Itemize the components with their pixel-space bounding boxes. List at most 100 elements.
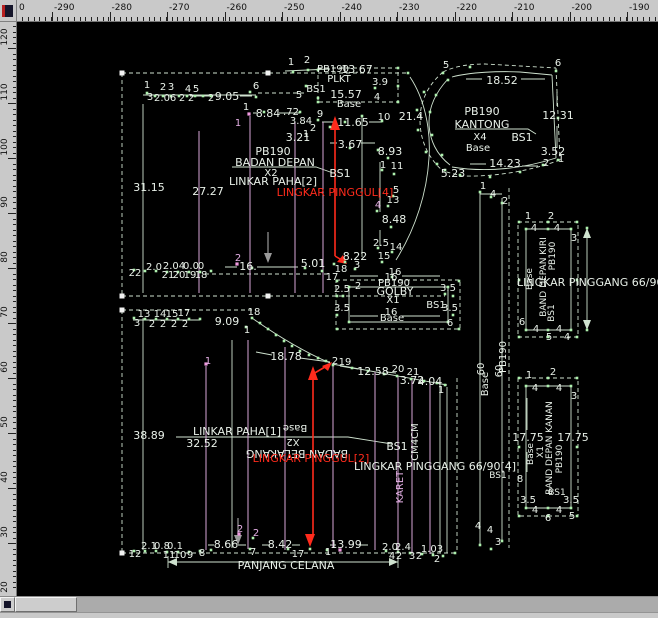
pattern-point[interactable] [249, 91, 252, 94]
pattern-point[interactable] [317, 101, 320, 104]
pattern-point[interactable] [266, 294, 271, 299]
pattern-point[interactable] [299, 111, 302, 114]
pattern-point[interactable] [576, 221, 579, 224]
pattern-point[interactable] [469, 66, 472, 69]
pattern-point[interactable] [336, 328, 339, 331]
pattern-point[interactable] [308, 354, 311, 357]
pattern-point[interactable] [336, 295, 339, 298]
pattern-point[interactable] [452, 314, 455, 317]
pattern-point[interactable] [570, 329, 573, 332]
pattern-point[interactable] [325, 360, 328, 363]
pattern-point[interactable] [397, 85, 400, 88]
pattern-point[interactable] [547, 507, 550, 510]
pattern-point[interactable] [275, 334, 278, 337]
pattern-point[interactable] [518, 221, 521, 224]
pattern-point[interactable] [490, 548, 493, 551]
pattern-point[interactable] [518, 515, 521, 518]
canvas-label: 31.15 [133, 181, 165, 194]
pattern-point[interactable] [348, 321, 351, 324]
pattern-point[interactable] [309, 548, 312, 551]
pattern-point[interactable] [407, 72, 410, 75]
pattern-point[interactable] [458, 328, 461, 331]
pattern-point[interactable] [431, 134, 434, 137]
pattern-point[interactable] [454, 552, 457, 555]
pattern-point[interactable] [525, 507, 528, 510]
pattern-point[interactable] [202, 95, 205, 98]
pattern-point[interactable] [576, 336, 579, 339]
pattern-point[interactable] [586, 329, 589, 332]
pattern-point[interactable] [336, 314, 339, 317]
pattern-point[interactable] [458, 280, 461, 283]
pattern-point[interactable] [292, 71, 295, 74]
pattern-point[interactable] [586, 227, 589, 230]
canvas-label: 3 [571, 233, 577, 244]
pattern-point[interactable] [425, 151, 428, 154]
pattern-point[interactable] [210, 270, 213, 273]
pattern-point[interactable] [396, 375, 399, 378]
pattern-point[interactable] [255, 96, 258, 99]
pattern-point[interactable] [441, 154, 444, 157]
pattern-point[interactable] [479, 544, 482, 547]
pattern-point[interactable] [570, 228, 573, 231]
pattern-point[interactable] [525, 228, 528, 231]
pattern-point[interactable] [423, 91, 426, 94]
pattern-point[interactable] [576, 377, 579, 380]
pattern-point[interactable] [547, 228, 550, 231]
pattern-point[interactable] [547, 385, 550, 388]
canvas-label: 14 [390, 242, 403, 253]
pattern-point[interactable] [120, 308, 125, 313]
pattern-point[interactable] [435, 94, 438, 97]
horizontal-scrollbar[interactable] [0, 596, 658, 612]
canvas-label: 9 [317, 109, 323, 120]
pattern-point[interactable] [570, 385, 573, 388]
canvas-label: 6 [170, 93, 176, 104]
pattern-point[interactable] [283, 340, 286, 343]
pattern-point[interactable] [307, 69, 310, 72]
drawing-canvas[interactable]: 121234532.062229.056118.84.723.84213.21P… [17, 22, 658, 596]
canvas-label: X1 [386, 295, 399, 306]
scrollbar-thumb[interactable] [15, 597, 77, 612]
scrollbar-track[interactable] [77, 597, 658, 612]
canvas-label: 6 [253, 81, 259, 92]
pattern-point[interactable] [519, 171, 522, 174]
canvas-label: 2 [149, 319, 155, 330]
pattern-point[interactable] [442, 555, 445, 558]
pattern-point[interactable] [525, 329, 528, 332]
pattern-point[interactable] [547, 329, 550, 332]
pattern-point[interactable] [518, 446, 521, 449]
pattern-point[interactable] [120, 551, 125, 556]
pattern-point[interactable] [397, 67, 400, 70]
pattern-point[interactable] [291, 345, 294, 348]
pattern-point[interactable] [120, 71, 125, 76]
pattern-point[interactable] [342, 295, 345, 298]
pattern-point[interactable] [393, 173, 396, 176]
pattern-point[interactable] [570, 507, 573, 510]
pattern-point[interactable] [266, 71, 271, 76]
pattern-point[interactable] [397, 101, 400, 104]
pattern-point[interactable] [329, 126, 332, 129]
pattern-point[interactable] [210, 549, 213, 552]
pattern-point[interactable] [199, 318, 202, 321]
pattern-point[interactable] [452, 295, 455, 298]
pattern-point[interactable] [429, 111, 432, 114]
pattern-point[interactable] [518, 377, 521, 380]
pattern-point[interactable] [120, 294, 125, 299]
pattern-point[interactable] [525, 385, 528, 388]
pattern-point[interactable] [317, 357, 320, 360]
pattern-point[interactable] [259, 322, 262, 325]
pattern-point[interactable] [576, 515, 579, 518]
pattern-point[interactable] [489, 176, 492, 179]
pattern-point[interactable] [442, 72, 445, 75]
pattern-point[interactable] [436, 163, 439, 166]
ruler-origin-button[interactable] [0, 0, 17, 22]
pattern-point[interactable] [267, 328, 270, 331]
pattern-point[interactable] [447, 79, 450, 82]
pattern-point[interactable] [390, 226, 393, 229]
pattern-point[interactable] [317, 97, 320, 100]
pattern-point[interactable] [417, 129, 420, 132]
pattern-point[interactable] [518, 336, 521, 339]
pattern-point[interactable] [555, 70, 558, 73]
scroll-split-button[interactable] [0, 597, 15, 612]
pattern-point[interactable] [576, 446, 579, 449]
pattern-point[interactable] [321, 270, 324, 273]
